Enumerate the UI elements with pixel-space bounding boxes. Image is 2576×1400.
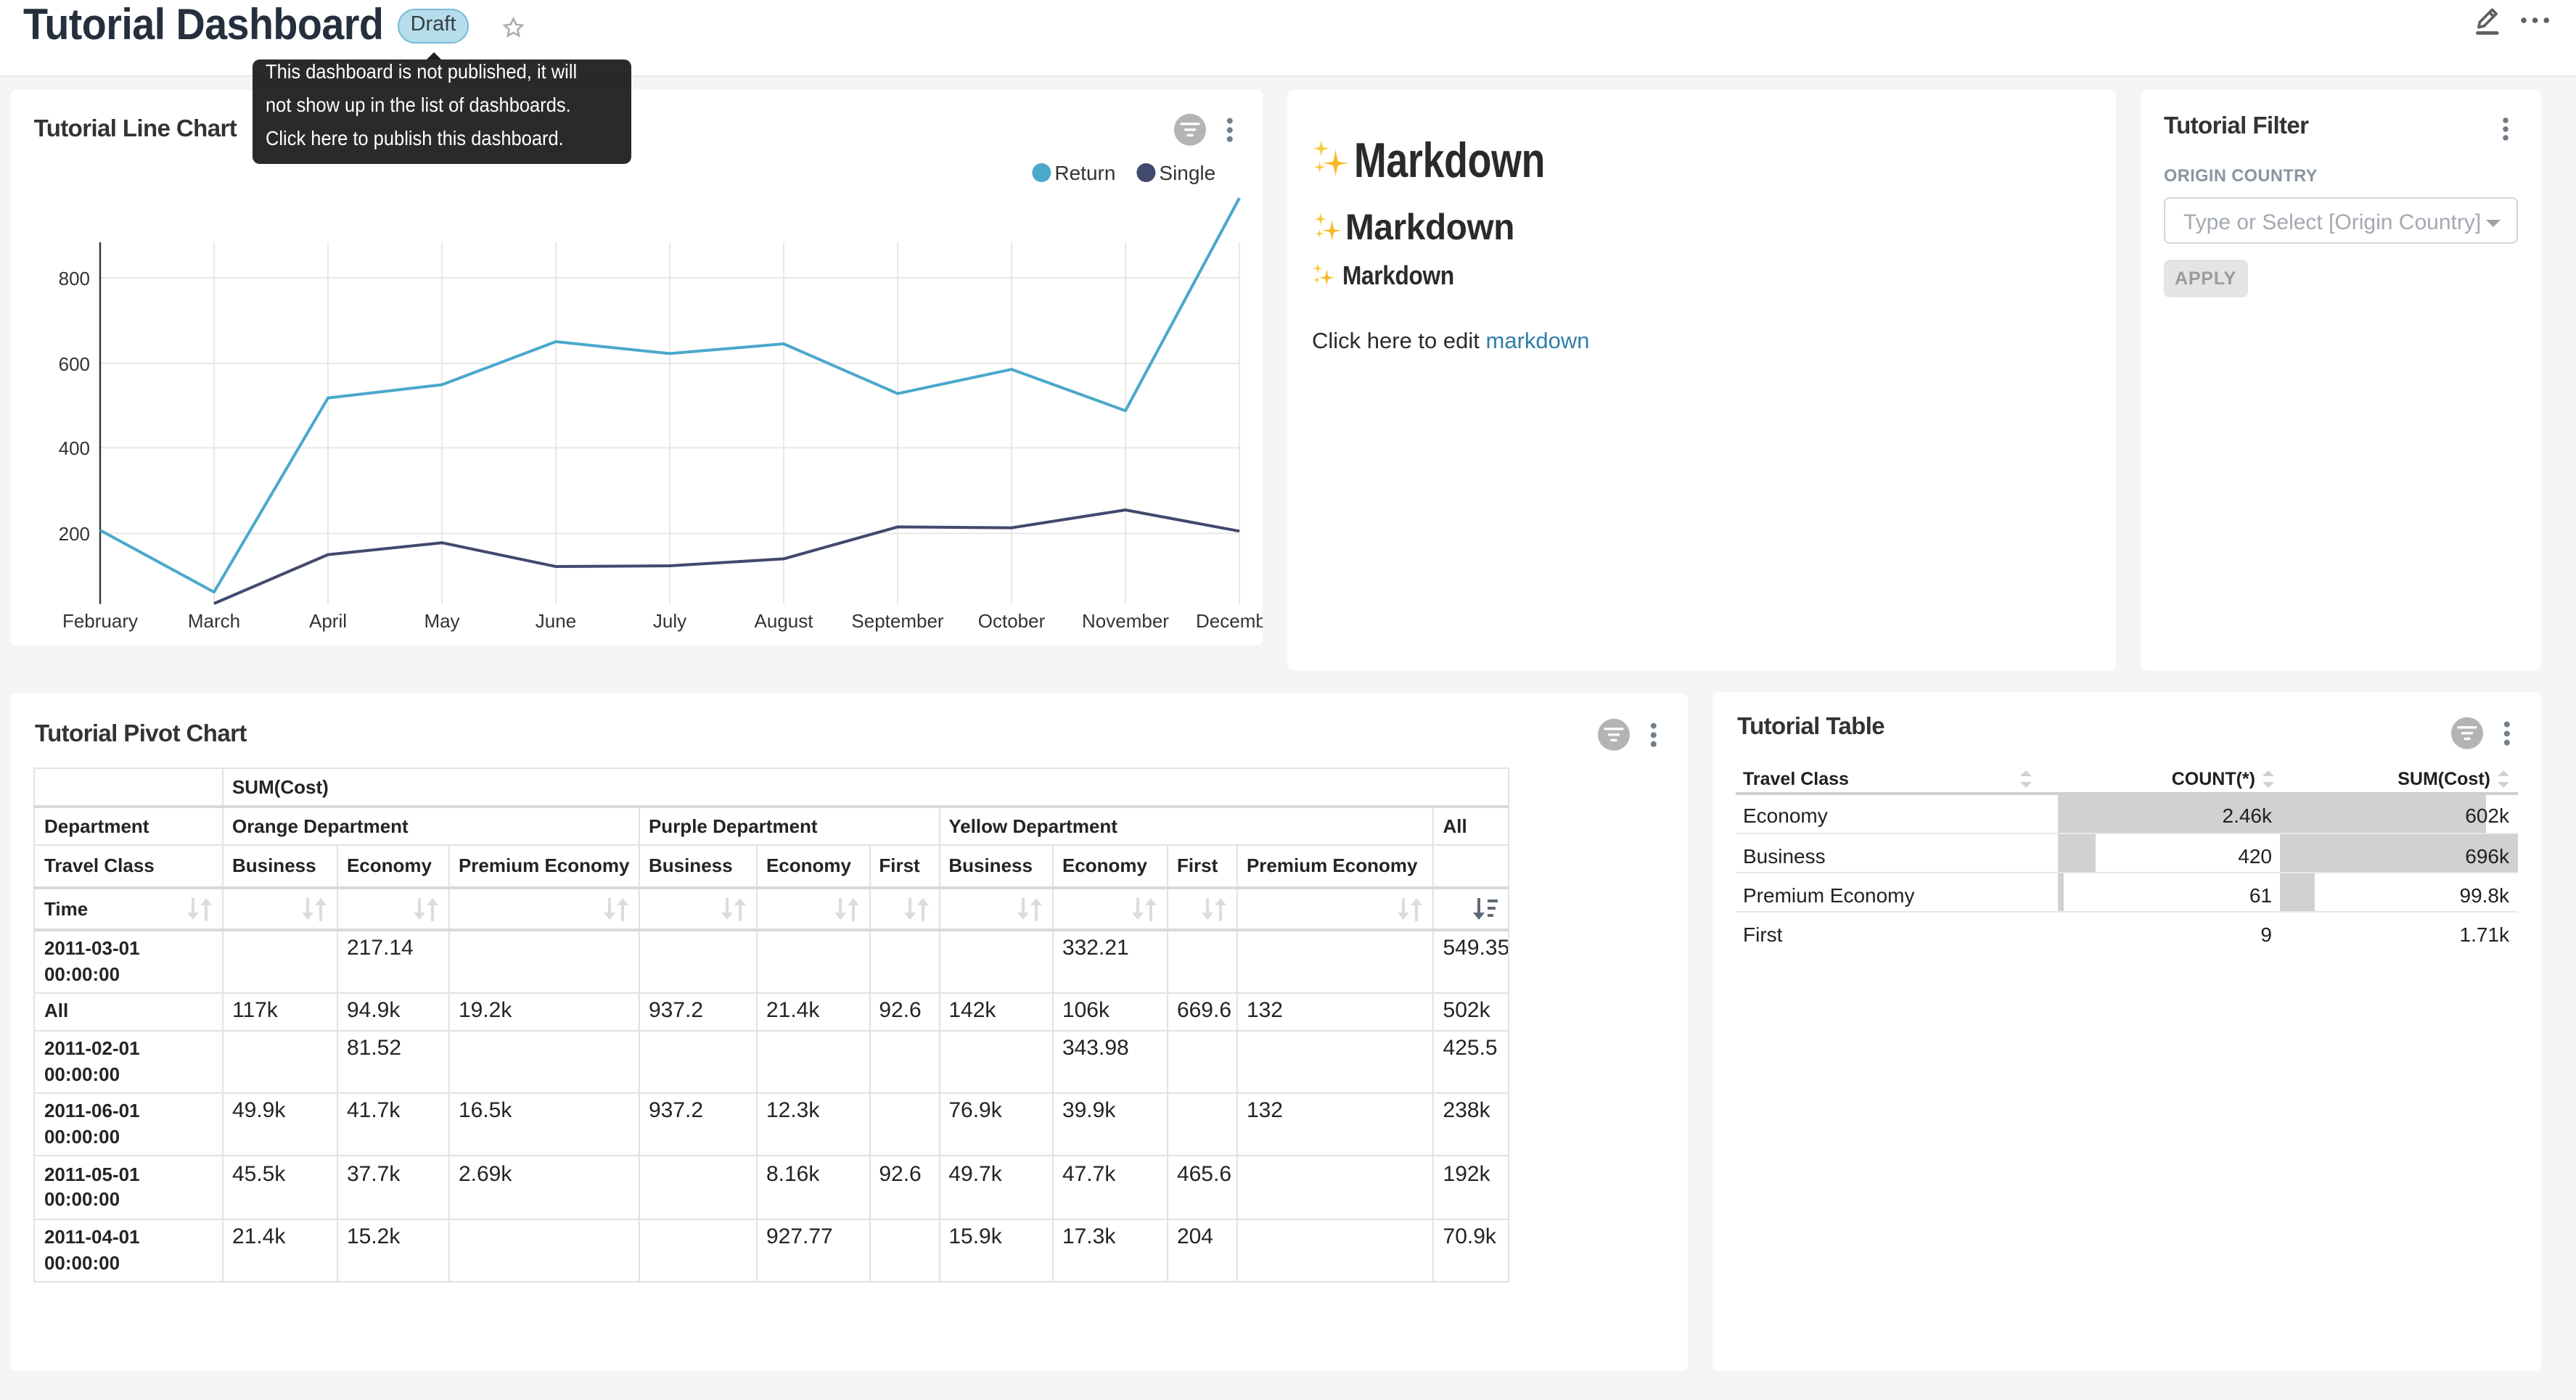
svg-text:May: May [424,610,460,632]
svg-text:August: August [755,610,814,632]
svg-text:April: April [310,610,348,632]
svg-text:September: September [852,610,945,632]
svg-text:800: 800 [59,268,90,289]
svg-text:June: June [536,610,576,632]
svg-text:November: November [1083,610,1170,632]
svg-text:200: 200 [59,523,90,545]
svg-text:400: 400 [59,437,90,459]
svg-text:March: March [188,610,240,632]
svg-text:December: December [1197,610,1263,632]
svg-text:Single: Single [1160,162,1216,184]
svg-text:600: 600 [59,353,90,375]
svg-text:October: October [978,610,1046,632]
svg-text:July: July [653,610,686,632]
svg-text:Return: Return [1055,162,1116,184]
svg-text:February: February [63,610,139,632]
